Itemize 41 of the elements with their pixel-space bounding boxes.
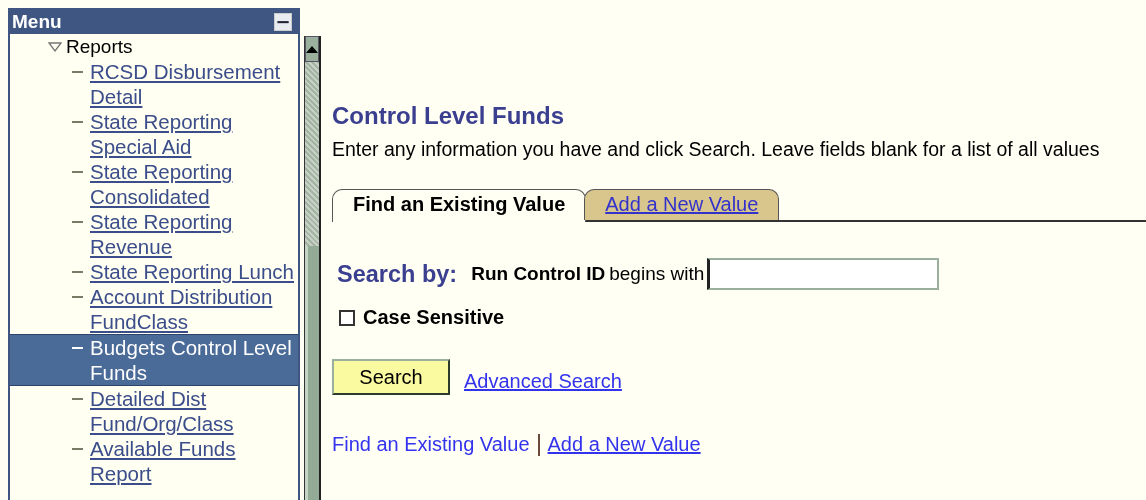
up-arrow-icon: [306, 45, 318, 53]
tab[interactable]: Add a New Value: [584, 189, 780, 220]
dash-icon: [72, 121, 83, 123]
menu-link[interactable]: State Reporting Lunch: [90, 259, 298, 284]
menu-link[interactable]: Budgets Control Level Funds: [90, 335, 298, 385]
advanced-search-link[interactable]: Advanced Search: [464, 369, 622, 393]
checkbox[interactable]: [339, 309, 355, 326]
instructions-text: Enter any information you have and click Search. Leave fields blank for a list of all values: [332, 138, 1101, 161]
menu-link[interactable]: Detailed Dist Fund/Org/Class: [90, 386, 298, 436]
scroll-up-button[interactable]: [305, 36, 319, 62]
scrollbar[interactable]: [304, 36, 321, 500]
menu-title: Menu: [12, 11, 62, 33]
menu-link[interactable]: RCSD Disbursement Detail: [90, 59, 298, 109]
dash-icon: [72, 271, 83, 273]
dash-icon: [72, 221, 83, 223]
dash-icon: [72, 448, 83, 450]
page-title: Control Level Funds: [332, 102, 565, 130]
scroll-thumb[interactable]: [305, 246, 319, 500]
collapse-button[interactable]: −: [274, 13, 292, 31]
menu-folder[interactable]: Reports: [66, 35, 133, 58]
run-control-id-field[interactable]: [707, 258, 940, 290]
menu-link[interactable]: Available Funds Report: [90, 436, 298, 486]
dash-icon: [72, 347, 83, 349]
menu-link[interactable]: Account Distribution FundClass: [90, 284, 298, 334]
dash-icon: [72, 398, 83, 400]
tab[interactable]: Find an Existing Value: [332, 189, 587, 222]
dash-icon: [72, 171, 83, 173]
menu-link[interactable]: State Reporting Special Aid: [90, 109, 298, 159]
dash-icon: [72, 296, 83, 298]
dash-icon: [72, 71, 83, 73]
case-sensitive-label: Case Sensitive: [363, 306, 505, 329]
menu-link[interactable]: State Reporting Revenue: [90, 209, 298, 259]
menu-link[interactable]: State Reporting Consolidated: [90, 159, 298, 209]
footer-link[interactable]: Add a New Value: [547, 433, 701, 456]
expanded-triangle-icon[interactable]: [48, 41, 62, 52]
footer-link[interactable]: Find an Existing Value: [332, 433, 530, 456]
field-label: Run Control ID: [471, 263, 606, 285]
selected-menu-row[interactable]: Budgets Control Level Funds: [10, 334, 298, 386]
operator-label: begins with: [609, 263, 705, 285]
search-by-label: Search by:: [337, 260, 458, 288]
search-button[interactable]: Search: [332, 359, 450, 395]
